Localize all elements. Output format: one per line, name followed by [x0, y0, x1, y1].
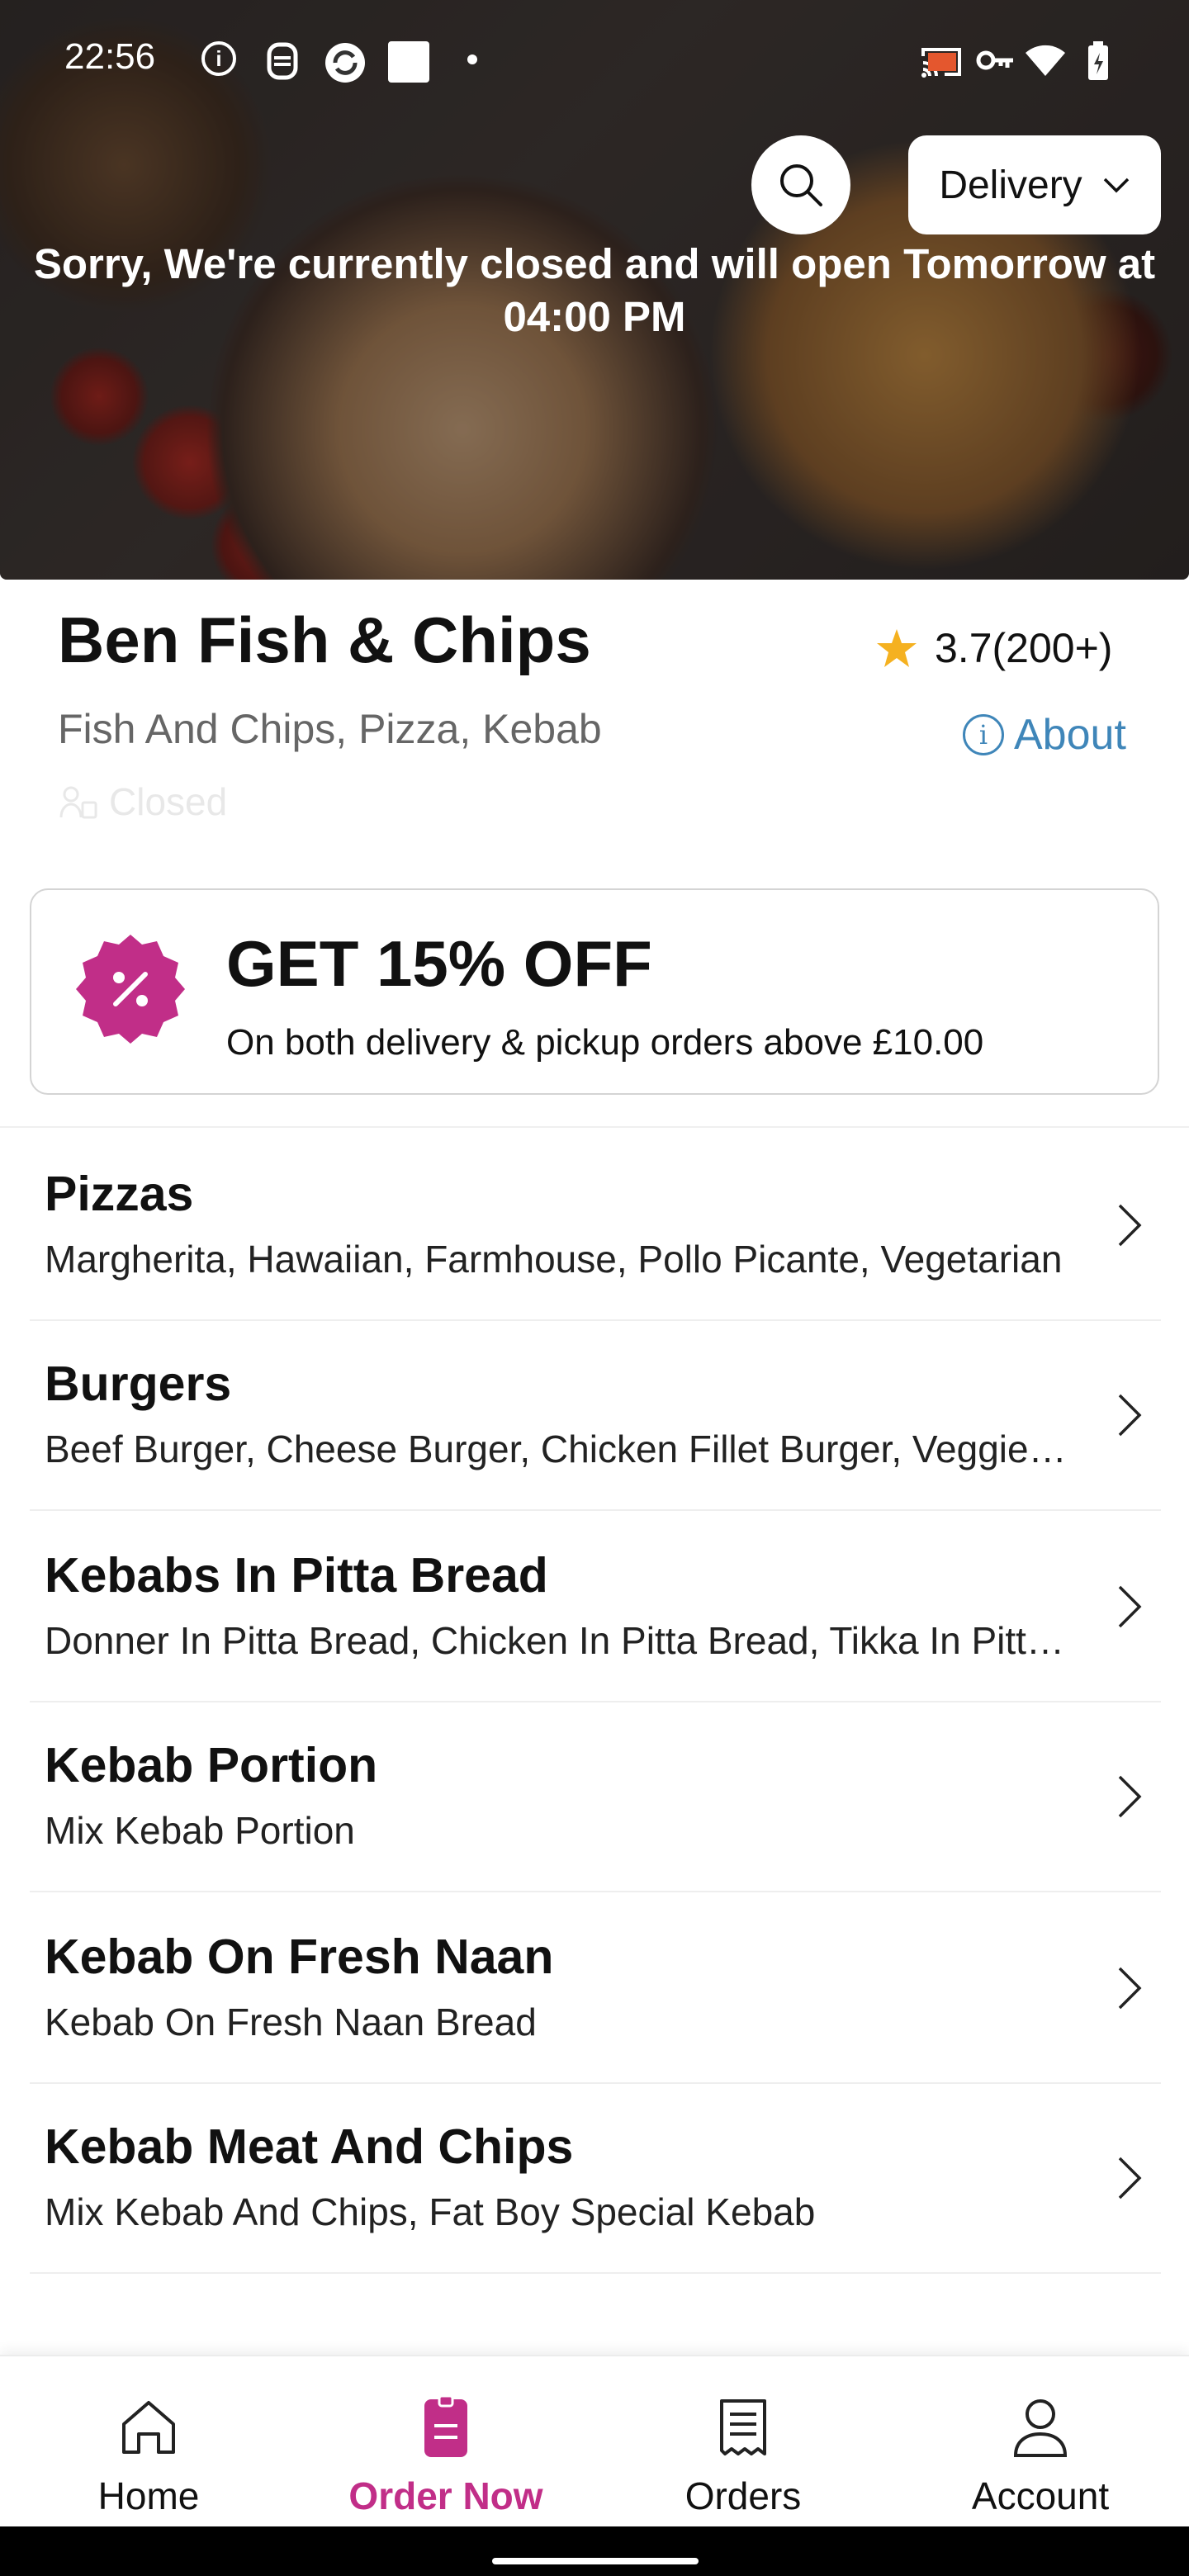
category-title: Kebab Portion — [45, 1738, 378, 1792]
nav-home[interactable]: Home — [0, 2356, 297, 2526]
bottom-navigation: Home Order Now Orders Account — [0, 2355, 1189, 2526]
cuisine-list: Fish And Chips, Pizza, Kebab — [58, 706, 602, 752]
chevron-right-icon — [1118, 1585, 1142, 1628]
status-text: Closed — [109, 780, 228, 823]
category-items: Margherita, Hawaiian, Farmhouse, Pollo P… — [45, 1238, 1063, 1281]
about-link[interactable]: i About — [963, 710, 1126, 760]
nav-label: Home — [97, 2474, 200, 2517]
category-title: Kebab Meat And Chips — [45, 2119, 574, 2174]
system-gesture-bar — [0, 2526, 1189, 2576]
chevron-right-icon — [1118, 2157, 1142, 2200]
menu-category-burgers[interactable]: Burgers Beef Burger, Cheese Burger, Chic… — [30, 1319, 1161, 1511]
chevron-right-icon — [1118, 1204, 1142, 1247]
info-status-icon: i — [201, 41, 236, 76]
category-title: Pizzas — [45, 1167, 194, 1221]
star-icon — [877, 629, 917, 667]
menu-category-kebab-portion[interactable]: Kebab Portion Mix Kebab Portion — [30, 1701, 1161, 1892]
menu-category-pizzas[interactable]: Pizzas Margherita, Hawaiian, Farmhouse, … — [30, 1129, 1161, 1321]
status-bar: 22:56 i — [0, 0, 1189, 116]
home-icon — [122, 2401, 175, 2454]
category-items: Kebab On Fresh Naan Bread — [45, 2001, 537, 2043]
chevron-right-icon — [1118, 1394, 1142, 1437]
wifi-icon — [1024, 43, 1067, 82]
menu-category-kebab-on-naan[interactable]: Kebab On Fresh Naan Kebab On Fresh Naan … — [30, 1892, 1161, 2084]
nav-account[interactable]: Account — [892, 2356, 1189, 2526]
rating: 3.7(200+) — [875, 624, 1112, 672]
nav-label: Account — [971, 2474, 1110, 2517]
category-items: Donner In Pitta Bread, Chicken In Pitta … — [45, 1619, 1068, 1662]
closed-message: Sorry, We're currently closed and will o… — [33, 240, 1156, 340]
nav-orders[interactable]: Orders — [594, 2356, 892, 2526]
about-label: About — [1014, 711, 1126, 759]
search-icon — [780, 164, 822, 206]
cast-icon — [920, 45, 963, 83]
status-time: 22:56 — [64, 36, 156, 77]
rating-value: 3.7(200+) — [935, 625, 1113, 671]
nav-label: Order Now — [348, 2474, 543, 2517]
status-badge: Closed — [58, 779, 227, 824]
category-items: Mix Kebab And Chips, Fat Boy Special Keb… — [45, 2190, 816, 2233]
square-status-icon — [388, 41, 429, 83]
order-mode-dropdown[interactable]: Delivery — [908, 135, 1161, 234]
category-title: Kebab On Fresh Naan — [45, 1930, 554, 1984]
nav-order-now[interactable]: Order Now — [297, 2356, 594, 2526]
search-button[interactable] — [751, 135, 850, 234]
divider — [0, 1126, 1189, 1128]
info-icon: i — [963, 714, 1004, 755]
discount-badge-icon — [76, 935, 185, 1044]
sync-status-icon — [324, 41, 367, 88]
offer-card[interactable]: GET 15% OFF On both delivery & pickup or… — [30, 888, 1159, 1095]
vpn-key-icon — [976, 48, 1016, 77]
offer-subtitle: On both delivery & pickup orders above £… — [226, 1022, 984, 1063]
menu-category-kebabs-in-pitta[interactable]: Kebabs In Pitta Bread Donner In Pitta Br… — [30, 1511, 1161, 1702]
chevron-down-icon — [1103, 178, 1129, 193]
dot-status-icon — [467, 54, 477, 64]
category-title: Kebabs In Pitta Bread — [45, 1548, 548, 1603]
menu-category-kebab-meat-chips[interactable]: Kebab Meat And Chips Mix Kebab And Chips… — [30, 2082, 1161, 2274]
category-items: Mix Kebab Portion — [45, 1809, 355, 1852]
category-items: Beef Burger, Cheese Burger, Chicken Fill… — [45, 1428, 1068, 1470]
home-gesture-handle[interactable] — [492, 2558, 699, 2564]
shield-status-icon — [264, 41, 301, 85]
receipt-icon — [720, 2399, 766, 2455]
restaurant-name: Ben Fish & Chips — [58, 604, 591, 676]
chevron-right-icon — [1118, 1967, 1142, 2010]
person-icon — [1013, 2399, 1068, 2457]
chevron-right-icon — [1118, 1775, 1142, 1818]
hero-banner: 22:56 i Delivery Sorry, We're currently … — [0, 0, 1189, 580]
offer-title: GET 15% OFF — [226, 927, 652, 1000]
category-title: Burgers — [45, 1357, 232, 1411]
order-mode-label: Delivery — [939, 163, 1082, 207]
order-icon — [424, 2394, 467, 2457]
battery-icon — [1087, 41, 1110, 85]
closed-status-icon — [59, 786, 97, 819]
nav-label: Orders — [685, 2474, 802, 2517]
